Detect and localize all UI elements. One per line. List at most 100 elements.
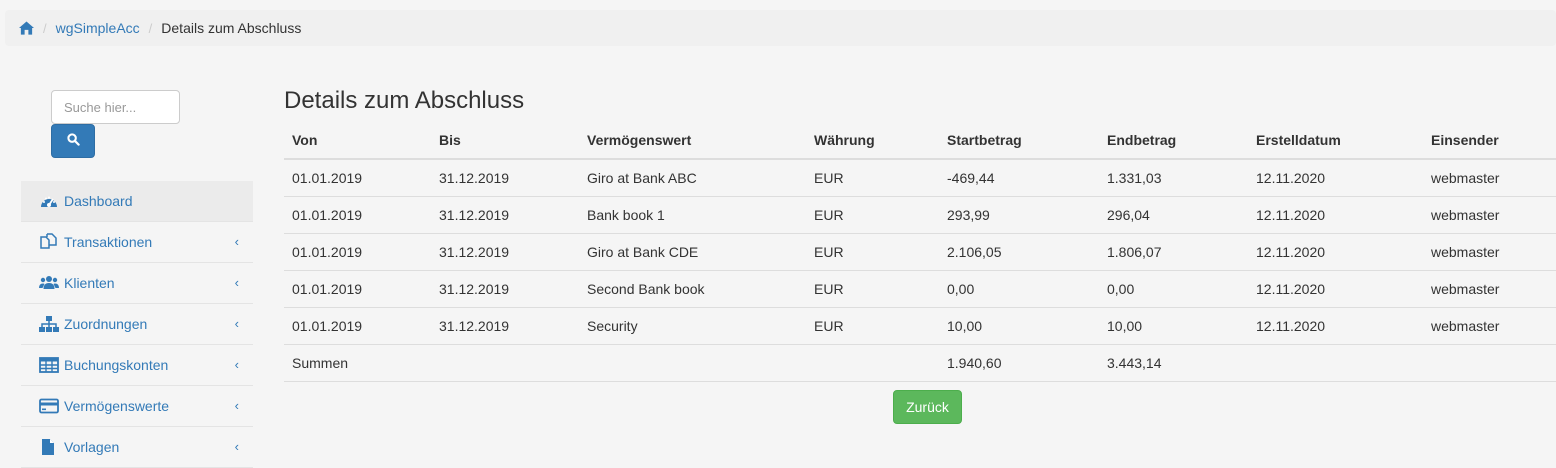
totals-row: Summen 1.940,60 3.443,14 — [284, 344, 1556, 382]
chevron-left-icon: ‹ — [234, 316, 239, 331]
cell-bis: 31.12.2019 — [431, 270, 579, 308]
empty-cell — [806, 344, 939, 382]
sidebar-item-label: Klienten — [64, 275, 115, 291]
sidebar-item-label: Transaktionen — [64, 234, 153, 250]
sidebar-item-zuordnungen[interactable]: Zuordnungen ‹ — [21, 304, 253, 345]
cell-startbetrag: 10,00 — [939, 307, 1099, 345]
sidebar-item-klienten[interactable]: Klienten ‹ — [21, 263, 253, 304]
sidebar-item-transaktionen[interactable]: Transaktionen ‹ — [21, 222, 253, 263]
sidebar-item-label: Vorlagen — [64, 439, 120, 455]
cell-bis: 31.12.2019 — [431, 196, 579, 234]
cell-bis: 31.12.2019 — [431, 233, 579, 271]
cell-von: 01.01.2019 — [284, 270, 431, 308]
cell-endbetrag: 0,00 — [1099, 270, 1248, 308]
sidebar-item-vorlagen[interactable]: Vorlagen ‹ — [21, 427, 253, 468]
cell-von: 01.01.2019 — [284, 233, 431, 271]
breadcrumb-separator: / — [148, 20, 153, 36]
sitemap-icon — [38, 315, 59, 333]
search-icon — [66, 133, 80, 149]
cell-einsender: webmaster — [1423, 196, 1556, 234]
table-header-row: Von Bis Vermögenswert Währung Startbetra… — [284, 122, 1556, 160]
table-row: 01.01.2019 31.12.2019 Bank book 1 EUR 29… — [284, 196, 1556, 234]
cell-einsender: webmaster — [1423, 233, 1556, 271]
chevron-left-icon: ‹ — [234, 357, 239, 372]
sidebar-item-label: Vermögenswerte — [64, 398, 170, 414]
column-header: Vermögenswert — [579, 122, 806, 160]
column-header: Erstelldatum — [1248, 122, 1423, 160]
column-header: Bis — [431, 122, 579, 160]
table-row: 01.01.2019 31.12.2019 Giro at Bank CDE E… — [284, 233, 1556, 271]
breadcrumb-app-link[interactable]: wgSimpleAcc — [56, 20, 140, 36]
chevron-left-icon: ‹ — [234, 439, 239, 454]
cell-endbetrag: 296,04 — [1099, 196, 1248, 234]
cell-startbetrag: -469,44 — [939, 159, 1099, 197]
breadcrumb: / wgSimpleAcc / Details zum Abschluss — [5, 10, 1556, 46]
cell-vermoegenswert: Security — [579, 307, 806, 345]
column-header: Währung — [806, 122, 939, 160]
cell-vermoegenswert: Giro at Bank CDE — [579, 233, 806, 271]
cell-erstelldatum: 12.11.2020 — [1248, 159, 1423, 197]
totals-startbetrag: 1.940,60 — [939, 344, 1099, 382]
cell-einsender: webmaster — [1423, 307, 1556, 345]
search-button[interactable] — [51, 124, 95, 158]
cell-waehrung: EUR — [806, 196, 939, 234]
dashboard-icon — [38, 192, 59, 210]
column-header: Startbetrag — [939, 122, 1099, 160]
home-icon[interactable] — [19, 21, 34, 35]
back-button[interactable]: Zurück — [893, 390, 962, 424]
cell-erstelldatum: 12.11.2020 — [1248, 196, 1423, 234]
cell-startbetrag: 293,99 — [939, 196, 1099, 234]
summary-table-container: Von Bis Vermögenswert Währung Startbetra… — [284, 122, 1556, 382]
totals-label: Summen — [284, 344, 431, 382]
cell-von: 01.01.2019 — [284, 307, 431, 345]
table-row: 01.01.2019 31.12.2019 Second Bank book E… — [284, 270, 1556, 308]
column-header: Endbetrag — [1099, 122, 1248, 160]
breadcrumb-separator: / — [43, 20, 47, 36]
cell-von: 01.01.2019 — [284, 196, 431, 234]
summary-table: Von Bis Vermögenswert Währung Startbetra… — [284, 122, 1556, 382]
cell-vermoegenswert: Second Bank book — [579, 270, 806, 308]
cell-vermoegenswert: Giro at Bank ABC — [579, 159, 806, 197]
chevron-left-icon: ‹ — [234, 398, 239, 413]
chevron-left-icon: ‹ — [234, 234, 239, 249]
totals-endbetrag: 3.443,14 — [1099, 344, 1248, 382]
table-row: 01.01.2019 31.12.2019 Security EUR 10,00… — [284, 307, 1556, 345]
cell-endbetrag: 1.331,03 — [1099, 159, 1248, 197]
cell-bis: 31.12.2019 — [431, 159, 579, 197]
cell-einsender: webmaster — [1423, 270, 1556, 308]
users-icon — [38, 274, 59, 292]
sidebar-item-label: Zuordnungen — [64, 316, 148, 332]
column-header: Von — [284, 122, 431, 160]
cell-endbetrag: 1.806,07 — [1099, 233, 1248, 271]
sidebar-item-dashboard[interactable]: Dashboard — [21, 181, 253, 222]
cell-erstelldatum: 12.11.2020 — [1248, 270, 1423, 308]
cell-waehrung: EUR — [806, 233, 939, 271]
table-icon — [38, 356, 59, 374]
empty-cell — [431, 344, 579, 382]
cell-startbetrag: 2.106,05 — [939, 233, 1099, 271]
column-header: Einsender — [1423, 122, 1556, 160]
table-row: 01.01.2019 31.12.2019 Giro at Bank ABC E… — [284, 159, 1556, 197]
empty-cell — [1423, 344, 1556, 382]
cell-endbetrag: 10,00 — [1099, 307, 1248, 345]
cell-waehrung: EUR — [806, 307, 939, 345]
chevron-left-icon: ‹ — [234, 275, 239, 290]
search-input[interactable] — [51, 90, 180, 124]
cell-waehrung: EUR — [806, 159, 939, 197]
cell-von: 01.01.2019 — [284, 159, 431, 197]
page-title: Details zum Abschluss — [284, 87, 525, 114]
copy-icon — [38, 233, 59, 251]
cell-startbetrag: 0,00 — [939, 270, 1099, 308]
sidebar-nav: Dashboard Transaktionen ‹ Klienten ‹ Zuo… — [21, 181, 253, 468]
sidebar-item-buchungskonten[interactable]: Buchungskonten ‹ — [21, 345, 253, 386]
cell-bis: 31.12.2019 — [431, 307, 579, 345]
cell-waehrung: EUR — [806, 270, 939, 308]
cell-vermoegenswert: Bank book 1 — [579, 196, 806, 234]
cell-erstelldatum: 12.11.2020 — [1248, 307, 1423, 345]
sidebar-item-vermoegenswerte[interactable]: Vermögenswerte ‹ — [21, 386, 253, 427]
sidebar-item-label: Buchungskonten — [64, 357, 169, 373]
cell-einsender: webmaster — [1423, 159, 1556, 197]
breadcrumb-current: Details zum Abschluss — [161, 20, 302, 36]
credit-card-icon — [38, 397, 59, 415]
sidebar-item-label: Dashboard — [64, 193, 133, 209]
